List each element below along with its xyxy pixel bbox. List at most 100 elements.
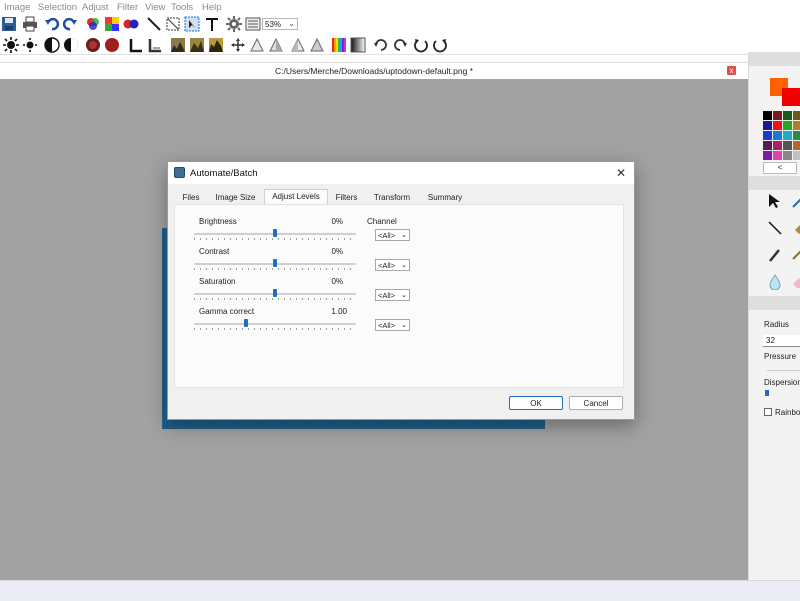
- palette-prev-button[interactable]: <: [763, 162, 797, 174]
- tab-adjust-levels[interactable]: Adjust Levels: [264, 189, 328, 205]
- ok-button[interactable]: OK: [509, 396, 563, 410]
- crop-icon[interactable]: [165, 16, 181, 32]
- palette-swatch[interactable]: [763, 131, 772, 140]
- triangle-left-icon[interactable]: [290, 37, 306, 53]
- palette-swatch[interactable]: [773, 121, 782, 130]
- levels-icon[interactable]: [128, 37, 144, 53]
- contrast-slider[interactable]: [194, 259, 356, 271]
- tab-transform[interactable]: Transform: [371, 191, 413, 204]
- palette-swatch[interactable]: [773, 111, 782, 120]
- palette-swatch[interactable]: [783, 131, 792, 140]
- radius-input[interactable]: 32: [763, 335, 800, 347]
- gradient-icon[interactable]: [350, 37, 366, 53]
- gamma-slider[interactable]: [194, 319, 356, 331]
- auto-brightness-icon[interactable]: [22, 37, 38, 53]
- tab-files[interactable]: Files: [178, 191, 204, 204]
- saturation-icon[interactable]: [85, 37, 101, 53]
- palette-swatch[interactable]: [763, 151, 772, 160]
- close-document-icon[interactable]: x: [727, 66, 736, 75]
- line-tool-icon[interactable]: [146, 16, 162, 32]
- eraser-tool-icon[interactable]: [791, 274, 800, 290]
- menu-adjust[interactable]: Adjust: [82, 2, 108, 13]
- tab-filters[interactable]: Filters: [331, 191, 362, 204]
- brightness-slider[interactable]: [194, 229, 356, 241]
- palette-swatch[interactable]: [783, 111, 792, 120]
- cancel-button[interactable]: Cancel: [569, 396, 623, 410]
- batch-icon[interactable]: [245, 16, 261, 32]
- triangle-outline-icon[interactable]: [249, 37, 265, 53]
- palette-swatch[interactable]: [763, 111, 772, 120]
- menu-tools[interactable]: Tools: [171, 2, 193, 13]
- color-bars-icon[interactable]: [331, 37, 347, 53]
- curves-icon[interactable]: [147, 37, 163, 53]
- menu-view[interactable]: View: [145, 2, 165, 13]
- rainbow-checkbox[interactable]: [764, 408, 772, 416]
- drop-tool-icon[interactable]: [767, 274, 783, 290]
- triangle-shade-icon[interactable]: [268, 37, 284, 53]
- contrast-icon[interactable]: [44, 37, 60, 53]
- settings-gear-icon[interactable]: [226, 16, 242, 32]
- saturation-channel-select[interactable]: <All> ⌄: [375, 289, 410, 301]
- auto-contrast-icon[interactable]: [63, 37, 79, 53]
- palette-swatch[interactable]: [793, 151, 800, 160]
- palette-swatch[interactable]: [793, 111, 800, 120]
- palette-swatch[interactable]: [793, 121, 800, 130]
- brightness-channel-select[interactable]: <All> ⌄: [375, 229, 410, 241]
- gamma-channel-select[interactable]: <All> ⌄: [375, 319, 410, 331]
- brightness-icon[interactable]: [3, 37, 19, 53]
- palette-swatch[interactable]: [783, 141, 792, 150]
- zoom-select[interactable]: 53% ⌄: [262, 18, 298, 30]
- palette-swatch[interactable]: [763, 121, 772, 130]
- palette-swatch[interactable]: [793, 141, 800, 150]
- palette-swatch[interactable]: [783, 151, 792, 160]
- pressure-slider[interactable]: [767, 370, 800, 371]
- slider-thumb[interactable]: [244, 319, 248, 327]
- move-icon[interactable]: [230, 37, 246, 53]
- rotate-ccw-icon[interactable]: [413, 37, 429, 53]
- palette-swatch[interactable]: [773, 131, 782, 140]
- rotate-right-icon[interactable]: [392, 37, 408, 53]
- contrast-channel-select[interactable]: <All> ⌄: [375, 259, 410, 271]
- hue-icon[interactable]: [104, 37, 120, 53]
- pen-tool-icon[interactable]: [791, 193, 800, 209]
- palette-swatch[interactable]: [763, 141, 772, 150]
- palette-swatch[interactable]: [773, 141, 782, 150]
- color-palette[interactable]: [763, 111, 800, 160]
- text-tool-icon[interactable]: [204, 16, 220, 32]
- pointer-tool-icon[interactable]: [767, 193, 783, 209]
- rotate-cw-icon[interactable]: [432, 37, 448, 53]
- spray-tool-icon[interactable]: [791, 247, 800, 263]
- triangle-right-icon[interactable]: [309, 37, 325, 53]
- channels-icon[interactable]: [123, 16, 139, 32]
- rotate-left-icon[interactable]: [373, 37, 389, 53]
- slider-thumb[interactable]: [273, 259, 277, 267]
- slider-thumb[interactable]: [273, 289, 277, 297]
- redo-icon[interactable]: [62, 16, 78, 32]
- undo-icon[interactable]: [44, 16, 60, 32]
- palette-swatch[interactable]: [783, 121, 792, 130]
- menu-help[interactable]: Help: [202, 2, 222, 13]
- slider-thumb[interactable]: [765, 390, 769, 396]
- tab-image-size[interactable]: Image Size: [213, 191, 258, 204]
- brush-tool-icon[interactable]: [767, 247, 783, 263]
- save-icon[interactable]: [1, 16, 17, 32]
- menu-filter[interactable]: Filter: [117, 2, 138, 13]
- fill-tool-icon[interactable]: [791, 220, 800, 236]
- threshold-icon[interactable]: [208, 37, 224, 53]
- dispersion-slider[interactable]: [765, 390, 800, 396]
- saturation-slider[interactable]: [194, 289, 356, 301]
- slider-thumb[interactable]: [273, 229, 277, 237]
- print-icon[interactable]: [22, 16, 38, 32]
- menu-image[interactable]: Image: [4, 2, 30, 13]
- palette-swatch[interactable]: [773, 151, 782, 160]
- palette-swatch[interactable]: [793, 131, 800, 140]
- posterize-icon[interactable]: [189, 37, 205, 53]
- select-icon[interactable]: [184, 16, 200, 32]
- menu-selection[interactable]: Selection: [38, 2, 77, 13]
- line-tool-icon[interactable]: [767, 220, 783, 236]
- close-icon[interactable]: ✕: [614, 166, 628, 180]
- color-balance-icon[interactable]: [85, 16, 101, 32]
- secondary-color-swatch[interactable]: [782, 88, 800, 106]
- palette-icon[interactable]: [104, 16, 120, 32]
- histogram-icon[interactable]: [170, 37, 186, 53]
